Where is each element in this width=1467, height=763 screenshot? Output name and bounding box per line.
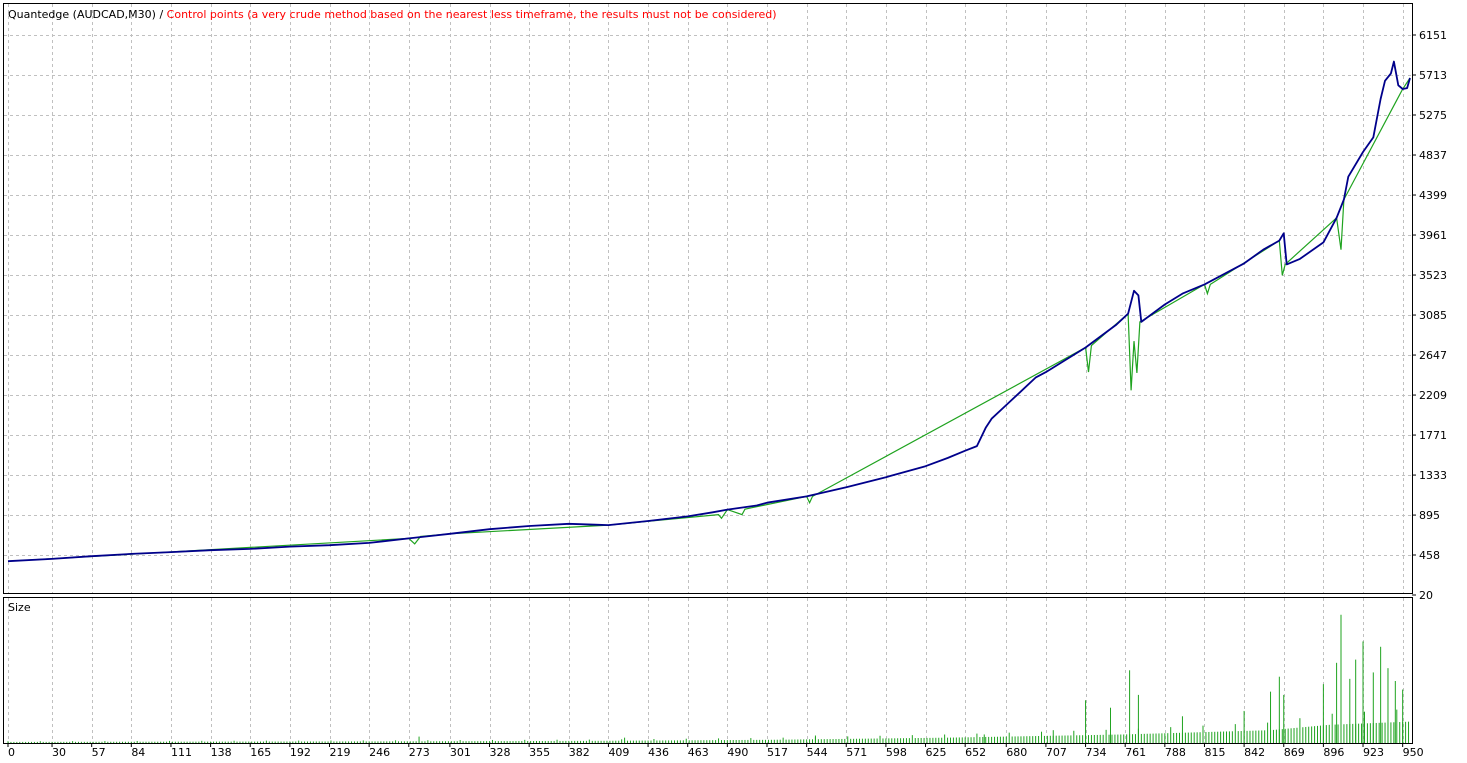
y-tick-label: 1333	[1419, 469, 1447, 482]
x-tick-label: 111	[171, 746, 192, 759]
x-tick-label: 138	[211, 746, 232, 759]
x-tick-label: 896	[1323, 746, 1344, 759]
balance-chart: 20 458 895 1333 1771 2209 2647 3085 3523 3961 4399…	[0, 0, 1467, 763]
y-tick-label: 895	[1419, 509, 1440, 522]
x-tick-label: 57	[92, 746, 106, 759]
x-tick-label: 625	[926, 746, 947, 759]
y-tick-label: 5275	[1419, 109, 1447, 122]
x-tick-label: 923	[1363, 746, 1384, 759]
y-tick-label: 3523	[1419, 269, 1447, 282]
x-tick-label: 0	[8, 746, 15, 759]
x-tick-label: 355	[529, 746, 550, 759]
x-tick-label: 463	[688, 746, 709, 759]
strategy-label: Quantedge (AUDCAD,M30)	[8, 8, 156, 21]
x-tick-label: 571	[846, 746, 867, 759]
y-tick-label: 3085	[1419, 309, 1447, 322]
control-points-note: Control points (a very crude method base…	[167, 8, 777, 21]
chart-header: Quantedge (AUDCAD,M30) / Control points …	[8, 8, 777, 21]
x-tick-label: 328	[490, 746, 511, 759]
y-tick-label: 5713	[1419, 69, 1447, 82]
size-panel-title: Size	[8, 601, 31, 614]
x-tick-label: 842	[1244, 746, 1265, 759]
x-tick-label: 219	[330, 746, 351, 759]
x-tick-label: 246	[369, 746, 390, 759]
x-tick-label: 869	[1284, 746, 1305, 759]
x-tick-label: 273	[409, 746, 430, 759]
x-tick-label: 436	[648, 746, 669, 759]
header-separator: /	[156, 8, 167, 21]
y-tick-label: 3961	[1419, 229, 1447, 242]
y-tick-label: 4399	[1419, 189, 1447, 202]
x-tick-label: 382	[569, 746, 590, 759]
y-tick-label: 2209	[1419, 389, 1447, 402]
y-tick-label: 20	[1419, 589, 1433, 602]
x-tick-label: 84	[131, 746, 145, 759]
y-tick-label: 2647	[1419, 349, 1447, 362]
y-tick-label: 458	[1419, 549, 1440, 562]
x-tick-label: 734	[1086, 746, 1107, 759]
x-tick-label: 652	[965, 746, 986, 759]
y-tick-label: 6151	[1419, 29, 1447, 42]
y-tick-label: 1771	[1419, 429, 1447, 442]
x-tick-label: 490	[727, 746, 748, 759]
x-tick-label: 544	[807, 746, 828, 759]
x-tick-label: 950	[1403, 746, 1424, 759]
chart-background	[0, 0, 1467, 763]
x-tick-label: 301	[450, 746, 471, 759]
y-tick-label: 4837	[1419, 149, 1447, 162]
x-tick-label: 788	[1165, 746, 1186, 759]
x-tick-label: 409	[608, 746, 629, 759]
x-tick-label: 815	[1204, 746, 1225, 759]
x-tick-label: 192	[290, 746, 311, 759]
x-tick-label: 165	[250, 746, 271, 759]
x-tick-label: 517	[767, 746, 788, 759]
x-tick-label: 598	[886, 746, 907, 759]
x-tick-label: 761	[1125, 746, 1146, 759]
x-tick-label: 707	[1046, 746, 1067, 759]
x-tick-label: 30	[52, 746, 66, 759]
x-tick-label: 680	[1006, 746, 1027, 759]
